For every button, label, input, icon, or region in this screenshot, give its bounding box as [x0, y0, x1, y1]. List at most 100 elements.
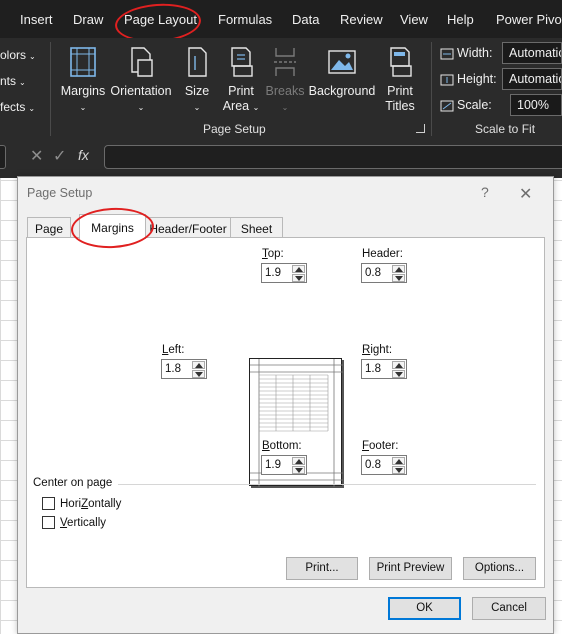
- spin-up-icon[interactable]: [392, 361, 405, 369]
- formula-bar: ✕ ✓ fx: [0, 137, 562, 178]
- tab-draw[interactable]: Draw: [73, 12, 103, 27]
- vertically-checkbox-row[interactable]: Vertically: [42, 516, 106, 529]
- ok-button[interactable]: OK: [388, 597, 461, 620]
- insert-function-icon[interactable]: fx: [78, 147, 89, 163]
- header-margin-spinner[interactable]: 0.8: [361, 263, 407, 283]
- tab-help[interactable]: Help: [447, 12, 474, 27]
- cancel-entry-icon[interactable]: ✕: [30, 146, 43, 166]
- spin-down-icon[interactable]: [392, 466, 405, 474]
- page-setup-dialog-launcher-icon[interactable]: [416, 124, 425, 133]
- themes-effects-label: fects: [0, 100, 26, 114]
- horizontally-checkbox-row[interactable]: HoriZontally: [42, 497, 121, 510]
- tab-page-layout[interactable]: Page Layout: [124, 12, 197, 27]
- bottom-margin-value: 1.9: [265, 459, 281, 471]
- tab-insert[interactable]: Insert: [20, 12, 53, 27]
- tab-view[interactable]: View: [400, 12, 428, 27]
- help-icon[interactable]: ?: [481, 184, 489, 200]
- spin-down-icon[interactable]: [392, 370, 405, 378]
- chevron-down-icon: ⌄: [28, 104, 36, 113]
- chevron-down-icon: ⌄: [29, 52, 36, 61]
- width-label: Width:: [440, 46, 492, 60]
- print-titles-label-2: Titles: [385, 99, 415, 113]
- chevron-down-icon: ⌄: [19, 78, 26, 87]
- print-area-label-1: Print: [228, 84, 254, 98]
- orientation-button[interactable]: Orientation ⌄: [108, 44, 174, 116]
- top-margin-value: 1.9: [265, 267, 281, 279]
- tab-sheet[interactable]: Sheet: [230, 217, 283, 238]
- breaks-button[interactable]: Breaks ⌄: [265, 44, 305, 116]
- footer-margin-spinner[interactable]: 0.8: [361, 455, 407, 475]
- breaks-icon: [274, 48, 296, 76]
- size-button[interactable]: Size ⌄: [180, 44, 214, 116]
- spin-down-icon[interactable]: [192, 370, 205, 378]
- tab-review[interactable]: Review: [340, 12, 383, 27]
- width-select[interactable]: Automatic: [502, 42, 562, 64]
- tab-formulas[interactable]: Formulas: [218, 12, 272, 27]
- footer-margin-value: 0.8: [365, 459, 381, 471]
- formula-bar-buttons: ✕ ✓ fx: [26, 146, 98, 168]
- background-button[interactable]: Background: [308, 44, 376, 116]
- print-area-button[interactable]: Print Area ⌄: [219, 44, 263, 116]
- cancel-button[interactable]: Cancel: [472, 597, 546, 620]
- themes-colors-button[interactable]: olors ⌄: [0, 48, 36, 62]
- breaks-label: Breaks: [265, 84, 305, 98]
- tab-data[interactable]: Data: [292, 12, 319, 27]
- print-titles-icon: [390, 47, 412, 77]
- horizontally-checkbox[interactable]: [42, 497, 55, 510]
- chevron-down-icon: ⌄: [137, 103, 145, 112]
- chevron-down-icon: ⌄: [193, 103, 201, 112]
- top-margin-spinner[interactable]: 1.9: [261, 263, 307, 283]
- scale-to-fit-group-label: Scale to Fit: [475, 122, 536, 136]
- height-label: Height:: [440, 72, 497, 86]
- bottom-label: Bottom:: [262, 440, 302, 452]
- name-box[interactable]: [0, 145, 6, 169]
- print-area-icon: [231, 47, 253, 77]
- confirm-entry-icon[interactable]: ✓: [53, 146, 66, 166]
- spin-up-icon[interactable]: [392, 457, 405, 465]
- formula-input[interactable]: [104, 145, 562, 169]
- print-titles-label-1: Print: [387, 84, 413, 98]
- right-margin-spinner[interactable]: 1.8: [361, 359, 407, 379]
- print-area-label-2: Area ⌄: [222, 99, 260, 113]
- right-label: Right:: [362, 344, 393, 356]
- themes-fonts-label: nts: [0, 74, 17, 88]
- ribbon-tab-bar: Insert Draw Page Layout Formulas Data Re…: [0, 0, 562, 38]
- spin-down-icon[interactable]: [292, 274, 305, 282]
- spin-up-icon[interactable]: [392, 265, 405, 273]
- spin-up-icon[interactable]: [292, 265, 305, 273]
- dialog-title: Page Setup: [27, 186, 93, 200]
- page-setup-dialog: Page Setup ? ✕ Page Margins Header/Foote…: [17, 176, 554, 634]
- chevron-down-icon: ⌄: [281, 103, 289, 112]
- spin-up-icon[interactable]: [192, 361, 205, 369]
- tab-margins[interactable]: Margins: [79, 214, 146, 239]
- left-margin-spinner[interactable]: 1.8: [161, 359, 207, 379]
- spin-down-icon[interactable]: [292, 466, 305, 474]
- group-separator: [431, 42, 432, 136]
- scale-icon: [440, 100, 454, 112]
- close-icon[interactable]: ✕: [519, 184, 532, 204]
- tab-page[interactable]: Page: [27, 217, 71, 238]
- print-button[interactable]: Print...: [286, 557, 358, 580]
- background-label: Background: [308, 84, 376, 98]
- tab-power-pivot[interactable]: Power Pivot: [496, 12, 562, 27]
- ribbon: olors ⌄ nts ⌄ fects ⌄ Margins ⌄ Orientation…: [0, 38, 562, 137]
- top-label: Top:: [262, 248, 284, 260]
- chevron-down-icon: ⌄: [79, 103, 87, 112]
- spin-down-icon[interactable]: [392, 274, 405, 282]
- width-icon: [440, 48, 454, 60]
- margins-button[interactable]: Margins ⌄: [58, 44, 108, 116]
- spin-up-icon[interactable]: [292, 457, 305, 465]
- scale-spinner[interactable]: 100%: [510, 94, 562, 116]
- vertically-checkbox[interactable]: [42, 516, 55, 529]
- tab-header-footer[interactable]: Header/Footer: [145, 217, 231, 238]
- height-select[interactable]: Automatic: [502, 68, 562, 90]
- themes-effects-button[interactable]: fects ⌄: [0, 100, 35, 114]
- print-titles-button[interactable]: Print Titles: [380, 44, 420, 116]
- bottom-margin-spinner[interactable]: 1.9: [261, 455, 307, 475]
- size-icon: [188, 47, 207, 77]
- options-button[interactable]: Options...: [463, 557, 536, 580]
- background-image-icon: [328, 50, 356, 74]
- themes-fonts-button[interactable]: nts ⌄: [0, 74, 26, 88]
- header-label: Header:: [362, 248, 403, 260]
- print-preview-button[interactable]: Print Preview: [369, 557, 452, 580]
